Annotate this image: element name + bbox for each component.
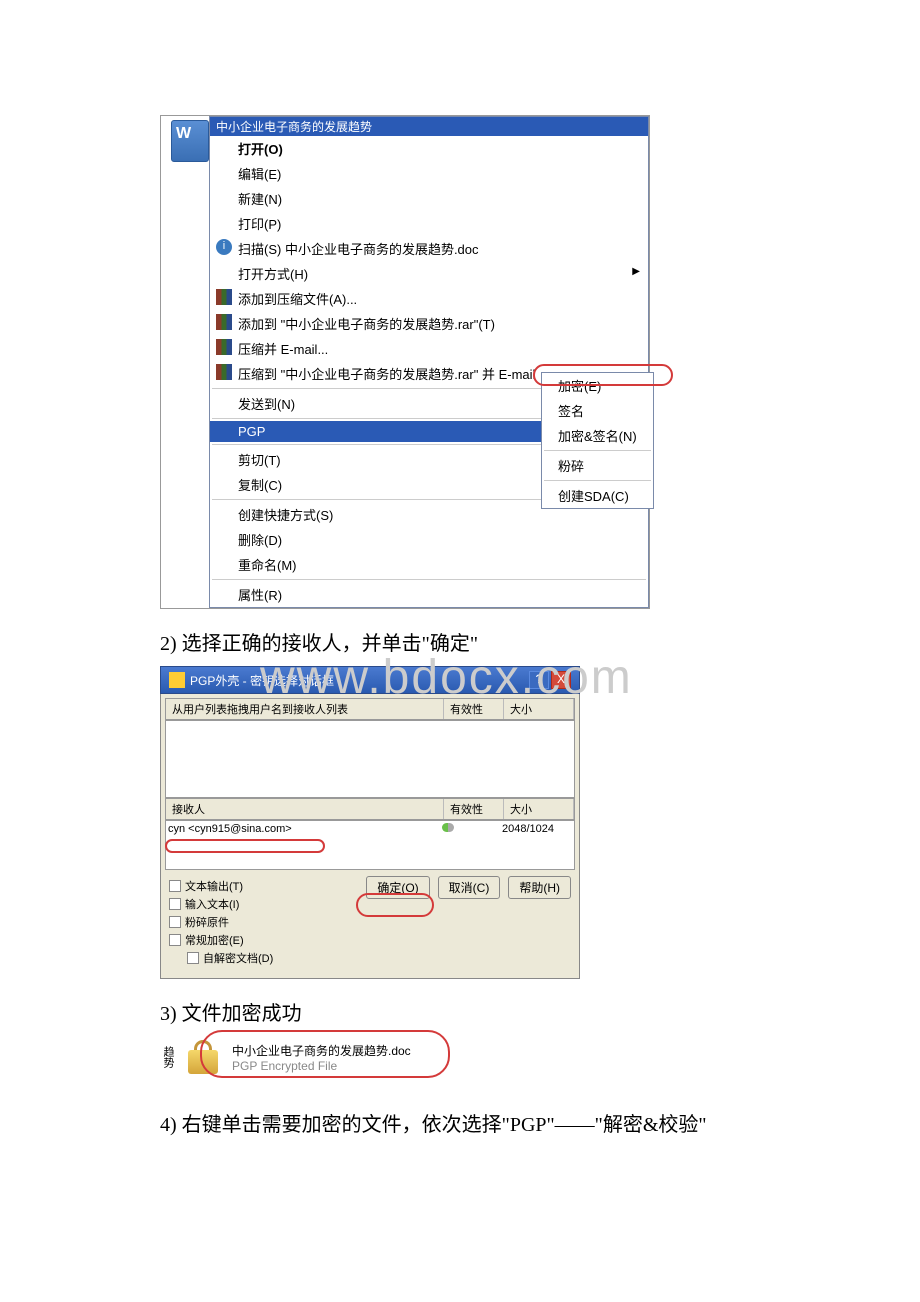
menu-separator (212, 579, 646, 580)
step-4-text: 4) 右键单击需要加密的文件，依次选择"PGP"——"解密&校验" (160, 1108, 760, 1137)
menu-item-label: 删除(D) (238, 533, 282, 548)
filename-highlight: 中小企业电子商务的发展趋势 (210, 117, 648, 136)
word-icon (171, 120, 209, 162)
check-conventional[interactable]: 常规加密(E) (169, 932, 366, 948)
menu-item-label: 属性(R) (238, 588, 282, 603)
menu-item-label: 扫描(S) 中小企业电子商务的发展趋势.doc (238, 242, 479, 257)
recipient-list-header: 接收人 有效性 大小 (165, 798, 575, 820)
menu-item[interactable]: 添加到 "中小企业电子商务的发展趋势.rar"(T) (210, 311, 648, 336)
step-2-text: 2) 选择正确的接收人，并单击"确定" (160, 627, 760, 656)
menu-item-label: 剪切(T) (238, 453, 281, 468)
col-valid: 有效性 (444, 699, 504, 719)
cancel-button[interactable]: 取消(C) (438, 876, 501, 899)
context-menu: 中小企业电子商务的发展趋势 打开(O) 编辑(E) 新建(N) 打印(P) i 扫描(S)… (209, 116, 649, 608)
pgp-lock-icon (182, 1036, 226, 1078)
encrypted-filename: 中小企业电子商务的发展趋势.doc (232, 1042, 411, 1059)
check-self-decrypt[interactable]: 自解密文档(D) (187, 950, 366, 966)
col-name: 接收人 (166, 799, 444, 819)
menu-item-label: 压缩到 "中小企业电子商务的发展趋势.rar" 并 E-mail (238, 367, 535, 382)
menu-item-label: 复制(C) (238, 478, 282, 493)
dialog-body: 从用户列表拖拽用户名到接收人列表 有效性 大小 接收人 有效性 大小 cyn <… (160, 694, 580, 979)
help-button[interactable]: 帮助(H) (508, 876, 571, 899)
dialog-title-text: PGP外壳 - 密钥选择对话框 (190, 672, 334, 689)
books-icon (216, 339, 232, 355)
close-button[interactable]: X (551, 671, 571, 689)
recipient-size: 2048/1024 (502, 823, 572, 835)
recipient-list[interactable]: cyn <cyn915@sina.com> 2048/1024 (165, 820, 575, 870)
menu-item-label: 重命名(M) (238, 558, 297, 573)
encrypted-file-info: 中小企业电子商务的发展趋势.doc PGP Encrypted File (232, 1042, 411, 1073)
books-icon (216, 314, 232, 330)
menu-item[interactable]: 添加到压缩文件(A)... (210, 286, 648, 311)
books-icon (216, 364, 232, 380)
context-menu-screenshot: 中小企业电子商务的发展趋势 打开(O) 编辑(E) 新建(N) 打印(P) i 扫描(S)… (160, 115, 650, 609)
dialog-icon (169, 672, 185, 688)
menu-item-label: 打开方式(H) (238, 267, 308, 282)
pgp-submenu: 加密(E)签名加密&签名(N) 粉碎创建SDA(C) (541, 372, 654, 509)
submenu-item[interactable]: 加密(E) (542, 373, 653, 398)
recipient-name: cyn <cyn915@sina.com> (168, 823, 442, 835)
submenu-item[interactable]: 加密&签名(N) (542, 423, 653, 448)
books-icon (216, 289, 232, 305)
col-name: 从用户列表拖拽用户名到接收人列表 (166, 699, 444, 719)
pgp-key-select-dialog: PGP外壳 - 密钥选择对话框 ? X 从用户列表拖拽用户名到接收人列表 有效性… (160, 666, 580, 979)
submenu-item[interactable]: 粉碎 (542, 453, 653, 478)
ok-button[interactable]: 确定(O) (366, 876, 429, 899)
help-button[interactable]: ? (529, 671, 549, 689)
menu-item-label: 压缩并 E-mail... (238, 342, 328, 357)
menu-item-label: 创建快捷方式(S) (238, 508, 333, 523)
col-size: 大小 (504, 799, 574, 819)
check-shred[interactable]: 粉碎原件 (169, 914, 366, 930)
recipient-valid (442, 823, 502, 835)
encrypted-file-screenshot: 趋势 中小企业电子商务的发展趋势.doc PGP Encrypted File (160, 1036, 460, 1078)
menu-separator (544, 480, 651, 481)
submenu-arrow-icon: ▶ (632, 266, 640, 277)
menu-item[interactable]: 属性(R) (210, 582, 648, 607)
menu-item[interactable]: 打开方式(H) ▶ (210, 261, 648, 286)
menu-item[interactable]: 压缩并 E-mail... (210, 336, 648, 361)
step-3-text: 3) 文件加密成功 (160, 997, 760, 1026)
dialog-titlebar: PGP外壳 - 密钥选择对话框 ? X (160, 666, 580, 694)
menu-item-label: 打印(P) (238, 217, 281, 232)
check-text-output[interactable]: 文本输出(T) (169, 878, 366, 894)
user-list-header: 从用户列表拖拽用户名到接收人列表 有效性 大小 (165, 698, 575, 720)
options-checks: 文本输出(T) 输入文本(I) 粉碎原件 常规加密(E) 自解密文档(D) (169, 876, 366, 968)
menu-separator (544, 450, 651, 451)
encrypted-filetype: PGP Encrypted File (232, 1059, 411, 1073)
menu-item[interactable]: 新建(N) (210, 186, 648, 211)
menu-item-label: PGP (238, 424, 265, 439)
menu-item-label: 新建(N) (238, 192, 282, 207)
recipient-row[interactable]: cyn <cyn915@sina.com> 2048/1024 (168, 823, 572, 835)
menu-item[interactable]: i 扫描(S) 中小企业电子商务的发展趋势.doc (210, 236, 648, 261)
menu-item[interactable]: 打印(P) (210, 211, 648, 236)
menu-item-label: 打开(O) (238, 142, 283, 157)
menu-item[interactable]: 重命名(M) (210, 552, 648, 577)
menu-item[interactable]: 打开(O) (210, 136, 648, 161)
menu-item-label: 添加到压缩文件(A)... (238, 292, 357, 307)
menu-item[interactable]: 编辑(E) (210, 161, 648, 186)
submenu-item[interactable]: 签名 (542, 398, 653, 423)
col-size: 大小 (504, 699, 574, 719)
side-label: 趋势 (160, 1046, 176, 1068)
col-valid: 有效性 (444, 799, 504, 819)
blue-icon: i (216, 239, 232, 255)
user-list[interactable] (165, 720, 575, 798)
check-input-text[interactable]: 输入文本(I) (169, 896, 366, 912)
menu-item-label: 发送到(N) (238, 397, 295, 412)
menu-item-label: 添加到 "中小企业电子商务的发展趋势.rar"(T) (238, 317, 495, 332)
validity-icon (442, 823, 454, 832)
submenu-item[interactable]: 创建SDA(C) (542, 483, 653, 508)
menu-item[interactable]: 删除(D) (210, 527, 648, 552)
menu-item-label: 编辑(E) (238, 167, 281, 182)
